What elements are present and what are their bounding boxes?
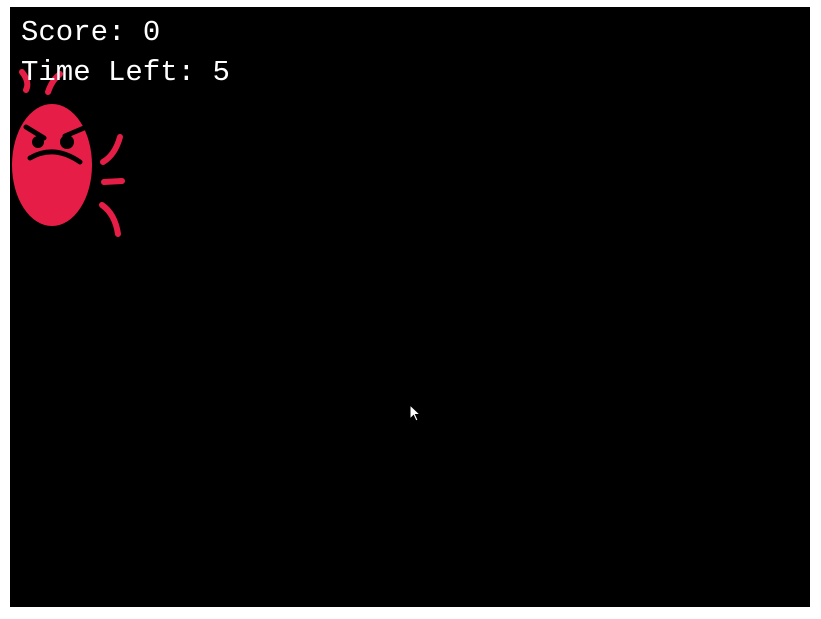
score-label: Score: — [21, 16, 126, 49]
time-left-display: Time Left: 5 — [21, 58, 230, 87]
game-canvas[interactable]: Score: 0 Time Left: 5 — [10, 7, 810, 607]
angry-bug-icon[interactable] — [10, 62, 130, 247]
score-value: 0 — [142, 16, 161, 49]
time-left-label: Time Left: — [21, 56, 196, 89]
time-left-value: 5 — [212, 56, 230, 89]
mouse-cursor-icon — [409, 404, 422, 422]
score-display: Score: 0 — [21, 18, 160, 47]
